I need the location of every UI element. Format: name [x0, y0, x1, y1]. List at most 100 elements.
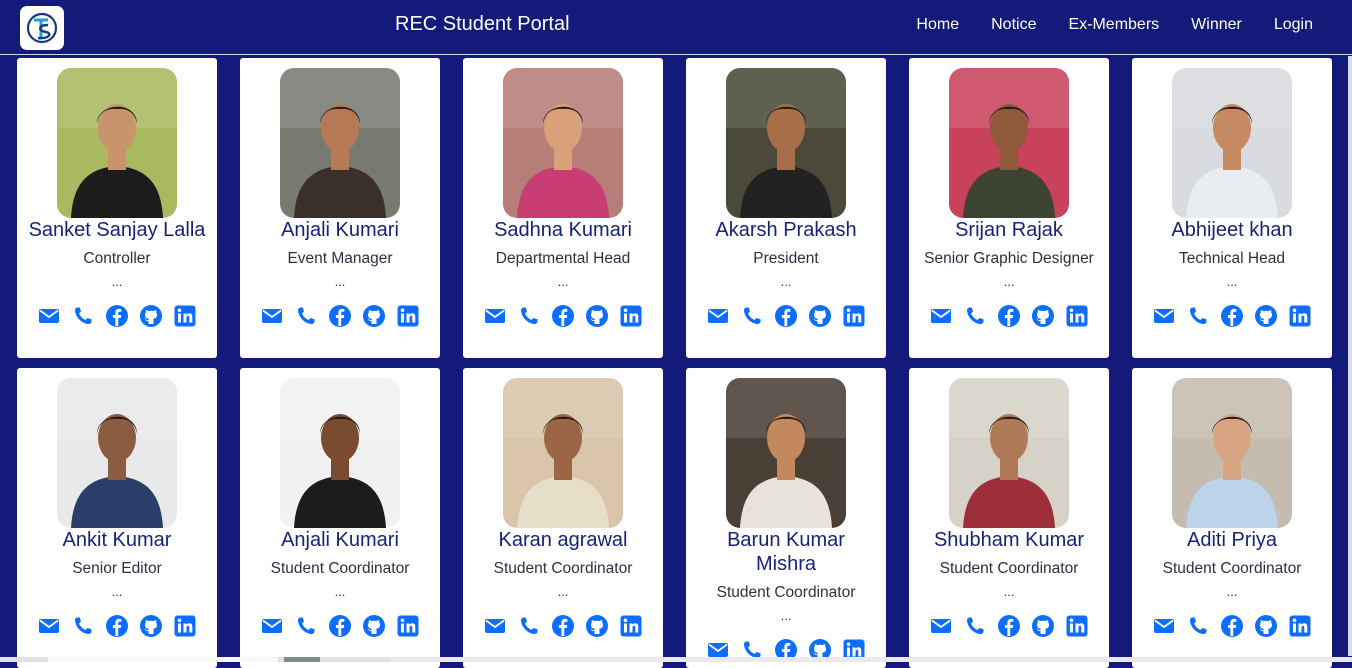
- phone-icon[interactable]: [71, 614, 95, 638]
- phone-icon[interactable]: [517, 304, 541, 328]
- member-role: Student Coordinator: [1162, 560, 1302, 577]
- member-info: Aditi Priya Student Coordinator...: [1136, 528, 1328, 598]
- github-icon[interactable]: [1254, 304, 1278, 328]
- linkedin-icon[interactable]: [1288, 304, 1312, 328]
- facebook-icon[interactable]: [997, 304, 1021, 328]
- member-name: Ankit Kumar: [62, 529, 172, 551]
- mail-icon[interactable]: [483, 614, 507, 638]
- logo[interactable]: [20, 6, 64, 50]
- mail-icon[interactable]: [929, 614, 953, 638]
- member-card: Anjali Kumari Event Manager...: [240, 58, 440, 358]
- member-info: Akarsh Prakash President...: [690, 218, 882, 288]
- phone-icon[interactable]: [294, 614, 318, 638]
- member-card: Akarsh Prakash President...: [686, 58, 886, 358]
- linkedin-icon[interactable]: [173, 304, 197, 328]
- member-role: Student Coordinator: [939, 560, 1079, 577]
- social-links: [240, 614, 440, 638]
- member-card: Sanket Sanjay Lalla Controller...: [17, 58, 217, 358]
- bottom-strip: [0, 657, 1352, 662]
- member-description: ...: [1003, 584, 1015, 599]
- brand-title[interactable]: REC Student Portal: [395, 13, 570, 36]
- member-name: Sanket Sanjay Lalla: [28, 219, 206, 241]
- member-info: Anjali Kumari Event Manager...: [244, 218, 436, 289]
- member-role: Student Coordinator: [270, 560, 410, 577]
- member-info: Abhijeet khan Technical Head...: [1136, 218, 1328, 288]
- member-photo: [1172, 68, 1292, 218]
- mail-icon[interactable]: [929, 304, 953, 328]
- mail-icon[interactable]: [37, 614, 61, 638]
- phone-icon[interactable]: [71, 304, 95, 328]
- mail-icon[interactable]: [1152, 304, 1176, 328]
- linkedin-icon[interactable]: [842, 304, 866, 328]
- member-photo: [57, 378, 177, 528]
- nav-home[interactable]: Home: [916, 16, 959, 34]
- facebook-icon[interactable]: [328, 614, 352, 638]
- mail-icon[interactable]: [706, 304, 730, 328]
- member-role: Event Manager: [287, 250, 393, 267]
- phone-icon[interactable]: [963, 614, 987, 638]
- mail-icon[interactable]: [1152, 614, 1176, 638]
- phone-icon[interactable]: [963, 304, 987, 328]
- linkedin-icon[interactable]: [396, 614, 420, 638]
- member-card: Shubham Kumar Student Coordinator...: [909, 368, 1109, 668]
- linkedin-icon[interactable]: [173, 614, 197, 638]
- member-card: Abhijeet khan Technical Head...: [1132, 58, 1332, 358]
- facebook-icon[interactable]: [105, 304, 129, 328]
- github-icon[interactable]: [1254, 614, 1278, 638]
- facebook-icon[interactable]: [328, 304, 352, 328]
- nav-ex-members[interactable]: Ex-Members: [1068, 16, 1159, 34]
- github-icon[interactable]: [1031, 614, 1055, 638]
- member-description: ...: [780, 608, 792, 623]
- phone-icon[interactable]: [517, 614, 541, 638]
- linkedin-icon[interactable]: [1288, 614, 1312, 638]
- linkedin-icon[interactable]: [619, 304, 643, 328]
- member-role: Departmental Head: [495, 250, 631, 267]
- mail-icon[interactable]: [260, 304, 284, 328]
- phone-icon[interactable]: [1186, 614, 1210, 638]
- facebook-icon[interactable]: [1220, 304, 1244, 328]
- nav-winner[interactable]: Winner: [1191, 16, 1242, 34]
- github-icon[interactable]: [139, 304, 163, 328]
- member-card: Ankit Kumar Senior Editor...: [17, 368, 217, 668]
- phone-icon[interactable]: [1186, 304, 1210, 328]
- member-card: Srijan Rajak Senior Graphic Designer...: [909, 58, 1109, 358]
- member-name: Abhijeet khan: [1171, 219, 1293, 241]
- facebook-icon[interactable]: [551, 614, 575, 638]
- facebook-icon[interactable]: [1220, 614, 1244, 638]
- member-description: ...: [111, 274, 123, 289]
- linkedin-icon[interactable]: [1065, 614, 1089, 638]
- facebook-icon[interactable]: [997, 614, 1021, 638]
- github-icon[interactable]: [585, 304, 609, 328]
- github-icon[interactable]: [808, 304, 832, 328]
- linkedin-icon[interactable]: [1065, 304, 1089, 328]
- phone-icon[interactable]: [740, 304, 764, 328]
- github-icon[interactable]: [362, 614, 386, 638]
- mail-icon[interactable]: [260, 614, 284, 638]
- member-description: ...: [111, 584, 123, 599]
- nav-login[interactable]: Login: [1274, 16, 1313, 34]
- member-name: Aditi Priya: [1186, 529, 1278, 551]
- member-photo: [57, 68, 177, 218]
- github-icon[interactable]: [1031, 304, 1055, 328]
- github-icon[interactable]: [139, 614, 163, 638]
- github-icon[interactable]: [362, 304, 386, 328]
- nav-notice[interactable]: Notice: [991, 16, 1036, 34]
- scrollbar[interactable]: [1348, 56, 1352, 656]
- github-icon[interactable]: [585, 614, 609, 638]
- member-photo: [503, 378, 623, 528]
- social-links: [463, 614, 663, 638]
- facebook-icon[interactable]: [105, 614, 129, 638]
- member-photo: [1172, 378, 1292, 528]
- linkedin-icon[interactable]: [396, 304, 420, 328]
- social-links: [1132, 614, 1332, 638]
- facebook-icon[interactable]: [774, 304, 798, 328]
- linkedin-icon[interactable]: [619, 614, 643, 638]
- member-description: ...: [557, 274, 569, 289]
- social-links: [17, 304, 217, 328]
- phone-icon[interactable]: [294, 304, 318, 328]
- mail-icon[interactable]: [37, 304, 61, 328]
- facebook-icon[interactable]: [551, 304, 575, 328]
- mail-icon[interactable]: [483, 304, 507, 328]
- member-info: Sanket Sanjay Lalla Controller...: [21, 218, 213, 289]
- member-description: ...: [334, 274, 346, 289]
